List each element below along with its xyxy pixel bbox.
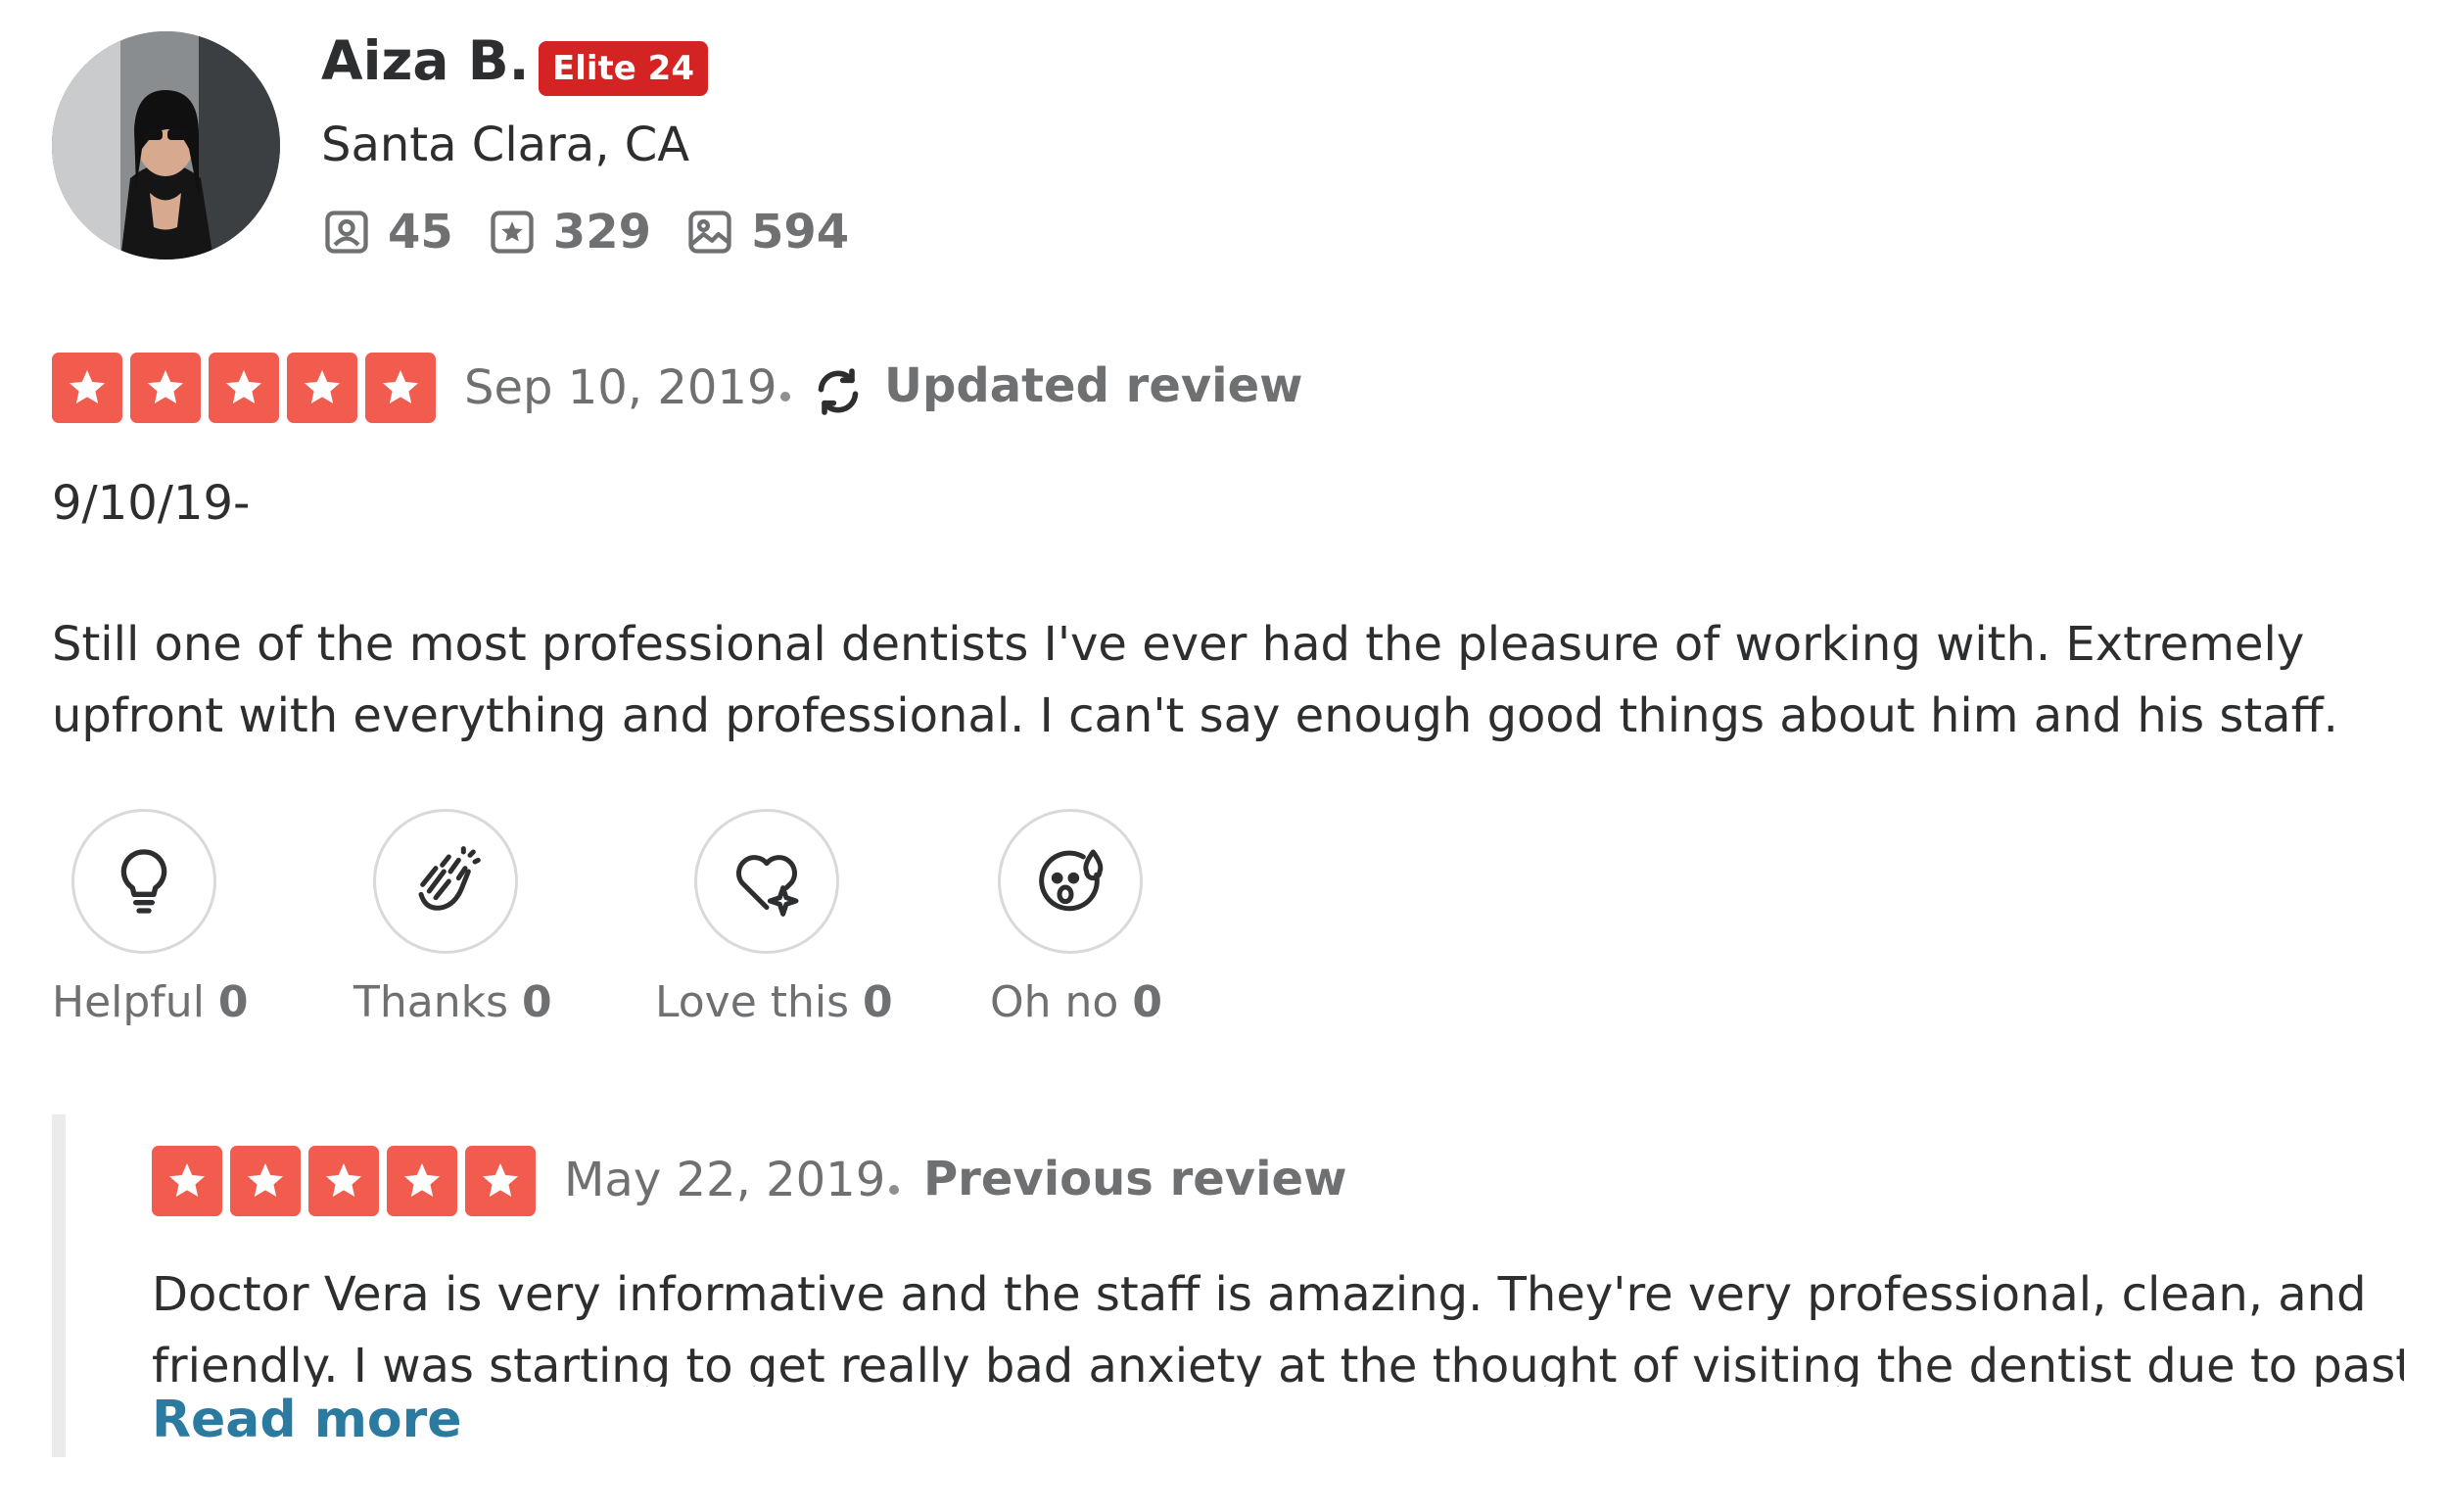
oh-no-count: 0 [1132,977,1162,1027]
lightbulb-icon [120,849,167,914]
star-icon [308,1146,379,1216]
thanks-label: Thanks 0 [353,977,552,1027]
reaction-thanks: Thanks 0 [353,809,552,1027]
star-icon [209,353,279,423]
star-rating [52,353,444,423]
previous-review-date: May 22, 2019 [564,1153,886,1207]
previous-review-text-line: Doctor Vera is very informative and the … [152,1267,2367,1322]
reaction-helpful: Helpful 0 [52,809,249,1027]
star-icon [130,353,201,423]
user-stats: 45 329 594 [321,201,882,263]
love-this-label: Love this 0 [655,977,893,1027]
shocked-face-icon [1039,849,1104,912]
friends-count: 45 [388,205,453,260]
thanks-button[interactable] [373,809,518,954]
photos-count: 594 [751,205,850,260]
helpful-button[interactable] [71,809,216,954]
user-location: Santa Clara, CA [321,118,690,172]
separator-dot [889,1185,899,1195]
star-icon [52,353,122,423]
read-more-link[interactable]: Read more [152,1391,462,1449]
oh-no-label: Oh no 0 [990,977,1162,1027]
reaction-love-this: Love this 0 [655,809,893,1027]
reviews-stat: 329 [487,205,651,260]
elite-badge: Elite 24 [539,41,708,96]
star-icon [152,1146,222,1216]
review-date: Sep 10, 2019 [464,360,777,415]
reaction-oh-no: Oh no 0 [990,809,1162,1027]
user-avatar[interactable] [52,31,280,260]
previous-review-text: Doctor Vera is very informative and the … [152,1259,2404,1387]
friends-stat: 45 [321,205,453,260]
previous-star-rating [152,1146,543,1216]
previous-review-label: Previous review [923,1152,1347,1206]
star-review-icon [491,211,534,254]
review-text-line: Still one of the most professional denti… [52,617,2305,672]
separator-dot [780,392,790,402]
photo-icon [688,211,731,254]
clapping-hands-icon [418,846,481,911]
star-icon [287,353,357,423]
previous-review-bar [52,1114,66,1457]
star-icon [465,1146,536,1216]
friends-icon [325,211,368,254]
star-icon [365,353,436,423]
oh-no-button[interactable] [998,809,1143,954]
photos-stat: 594 [684,205,849,260]
review-text-line: upfront with everything and professional… [52,688,2338,743]
helpful-label: Helpful 0 [52,977,249,1027]
review-card: Aiza B. Elite 24 Santa Clara, CA 45 329 [0,0,2448,1512]
review-text-date: 9/10/19- [52,476,251,531]
helpful-count: 0 [217,977,249,1027]
user-name[interactable]: Aiza B. [321,29,530,92]
refresh-icon [818,368,859,415]
star-icon [230,1146,301,1216]
previous-review-text-line: friendly. I was starting to get really b… [152,1339,2404,1387]
heart-sparkle-icon [736,855,799,917]
updated-review-label: Updated review [884,358,1303,413]
star-icon [387,1146,457,1216]
love-this-button[interactable] [694,809,839,954]
love-this-count: 0 [863,977,893,1027]
thanks-count: 0 [522,977,552,1027]
reviews-count: 329 [552,205,651,260]
